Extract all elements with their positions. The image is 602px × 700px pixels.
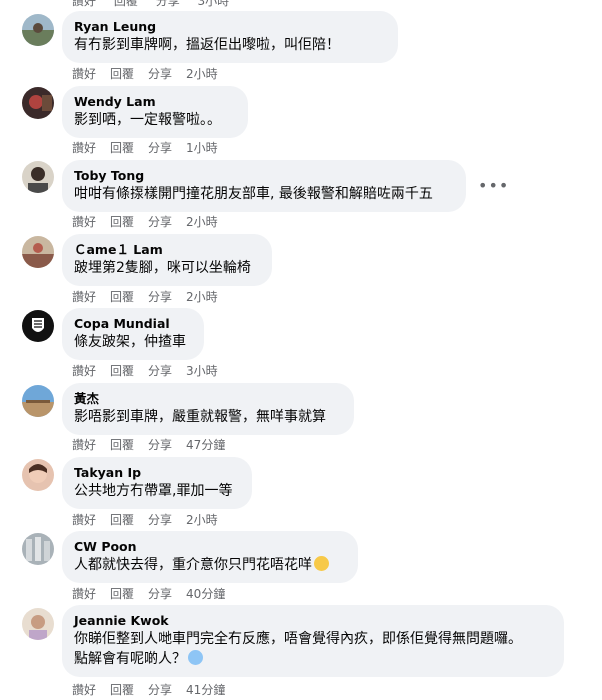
comment-bubble: Jeannie Kwok 你睇佢整到人哋車門完全冇反應，唔會覺得內疚，即係佢覺得… [62, 605, 564, 677]
reply-link[interactable]: 回覆 [110, 65, 134, 82]
like-link[interactable]: 讚好 [72, 139, 96, 156]
share-link[interactable]: 分享 [148, 681, 172, 698]
comment-text-line2: 點解會有呢啲人？ [74, 649, 552, 669]
reply-link[interactable]: 回覆 [110, 436, 134, 453]
timestamp[interactable]: 2小時 [186, 511, 218, 528]
commenter-name[interactable]: Ryan Leung [74, 19, 386, 35]
commenter-name[interactable]: Toby Tong [74, 168, 454, 184]
comment-text-body: 點解會有呢啲人？ [74, 651, 186, 667]
share-link[interactable]: 分享 [148, 139, 172, 156]
reply-link[interactable]: 回覆 [110, 511, 134, 528]
comment-text: 有冇影到車牌啊，搵返佢出嚟啦￼，叫佢陪￼！ [74, 37, 340, 53]
avatar[interactable] [22, 161, 54, 193]
timestamp[interactable]: 2小時 [186, 213, 218, 230]
more-options-icon[interactable]: ••• [478, 176, 509, 195]
like-link[interactable]: 讚好 [72, 65, 96, 82]
scared-emoji-icon [188, 650, 203, 665]
comment-text: 公共地方冇帶罩,罪加一等 [74, 483, 233, 499]
comment-text: 影唔影到車牌，嚴重就報警，無咩事就算 [74, 409, 326, 425]
commenter-name[interactable]: Takyan Ip [74, 465, 240, 481]
like-link[interactable]: 讚好 [72, 681, 96, 698]
reply-link[interactable]: 回覆 [110, 213, 134, 230]
comment-bubble: Toby Tong 咁咁有條揼樣開門撞花朋友部車, 最後報警和解賠咗兩千五 [62, 160, 466, 212]
like-link[interactable]: 讚好 [72, 436, 96, 453]
like-link[interactable]: 讚好 [72, 213, 96, 230]
like-link[interactable]: 讚好 [72, 0, 96, 8]
comment-bubble: Copa Mundial 條友跛架，仲揸車 [62, 308, 204, 360]
share-link[interactable]: 分享 [148, 585, 172, 602]
timestamp[interactable]: 47分鐘 [186, 436, 225, 453]
avatar[interactable] [22, 459, 54, 491]
share-link[interactable]: 分享 [148, 511, 172, 528]
like-link[interactable]: 讚好 [72, 511, 96, 528]
reply-link[interactable]: 回覆 [110, 139, 134, 156]
share-link[interactable]: 分享 [148, 65, 172, 82]
share-link[interactable]: 分享 [148, 362, 172, 379]
comment-text: 人都就快去得，重介意你只門花唔花咩 [74, 555, 346, 575]
comment-text: 你睇佢整到人哋車門完全冇反應，唔會覺得內疚，即係佢覺得無問題囉。 [74, 631, 522, 647]
like-link[interactable]: 讚好 [72, 288, 96, 305]
timestamp[interactable]: 1小時 [186, 139, 218, 156]
commenter-name[interactable]: CW Poon [74, 539, 346, 555]
commenter-name[interactable]: Copa Mundial [74, 316, 192, 332]
reply-link[interactable]: 回覆 [110, 585, 134, 602]
commenter-name[interactable]: Wendy Lam [74, 94, 236, 110]
comment-bubble: Ryan Leung 有冇影到車牌啊，搵返佢出嚟啦￼，叫佢陪￼！ [62, 11, 398, 63]
comment-actions: 讚好 回覆 分享 40分鐘 [72, 585, 239, 602]
share-link[interactable]: 分享 [156, 0, 180, 8]
comment-actions: 讚好 回覆 分享 2小時 [72, 288, 232, 305]
share-link[interactable]: 分享 [148, 436, 172, 453]
timestamp[interactable]: 2小時 [186, 288, 218, 305]
commenter-name[interactable]: 黃杰 [74, 391, 342, 407]
reply-link[interactable]: 回覆 [114, 0, 138, 8]
timestamp[interactable]: 3小時 [186, 362, 218, 379]
previous-comment-actions: 讚好 回覆 分享 3小時 [72, 0, 243, 9]
comment-bubble: Wendy Lam 影到哂，一定報警啦。。 [62, 86, 248, 138]
comment-text: 影到哂，一定報警啦。。 [74, 112, 221, 128]
reply-link[interactable]: 回覆 [110, 288, 134, 305]
comment-bubble: Ｃame１ Lam 跛埋第2隻腳，咪可以坐輪椅 [62, 234, 272, 286]
comment-text: 條友跛架，仲揸車 [74, 334, 186, 350]
avatar[interactable] [22, 608, 54, 640]
timestamp[interactable]: 41分鐘 [186, 681, 225, 698]
comment-text: 咁咁有條揼樣開門撞花朋友部車, 最後報警和解賠咗兩千五 [74, 186, 433, 202]
reply-link[interactable]: 回覆 [110, 362, 134, 379]
comment-bubble: Takyan Ip 公共地方冇帶罩,罪加一等 [62, 457, 252, 509]
laughing-emoji-icon [314, 556, 329, 571]
avatar[interactable] [22, 87, 54, 119]
comment-bubble: 黃杰 影唔影到車牌，嚴重就報警，無咩事就算 [62, 383, 354, 435]
avatar[interactable] [22, 533, 54, 565]
like-link[interactable]: 讚好 [72, 362, 96, 379]
reply-link[interactable]: 回覆 [110, 681, 134, 698]
comment-actions: 讚好 回覆 分享 3小時 [72, 362, 232, 379]
comment-text-body: 人都就快去得，重介意你只門花唔花咩 [74, 557, 312, 573]
share-link[interactable]: 分享 [148, 288, 172, 305]
avatar[interactable] [22, 385, 54, 417]
avatar[interactable] [22, 14, 54, 46]
comment-text: 跛埋第2隻腳，咪可以坐輪椅 [74, 260, 251, 276]
comment-actions: 讚好 回覆 分享 2小時 [72, 511, 232, 528]
timestamp[interactable]: 3小時 [198, 0, 230, 8]
comment-actions: 讚好 回覆 分享 41分鐘 [72, 681, 239, 698]
comment-actions: 讚好 回覆 分享 1小時 [72, 139, 232, 156]
share-link[interactable]: 分享 [148, 213, 172, 230]
comment-bubble: CW Poon 人都就快去得，重介意你只門花唔花咩 [62, 531, 358, 583]
commenter-name[interactable]: Jeannie Kwok [74, 613, 552, 629]
like-link[interactable]: 讚好 [72, 585, 96, 602]
comment-actions: 讚好 回覆 分享 47分鐘 [72, 436, 239, 453]
avatar[interactable] [22, 236, 54, 268]
commenter-name[interactable]: Ｃame１ Lam [74, 242, 260, 258]
comment-actions: 讚好 回覆 分享 2小時 [72, 213, 232, 230]
timestamp[interactable]: 2小時 [186, 65, 218, 82]
comment-actions: 讚好 回覆 分享 2小時 [72, 65, 232, 82]
timestamp[interactable]: 40分鐘 [186, 585, 225, 602]
avatar[interactable] [22, 310, 54, 342]
